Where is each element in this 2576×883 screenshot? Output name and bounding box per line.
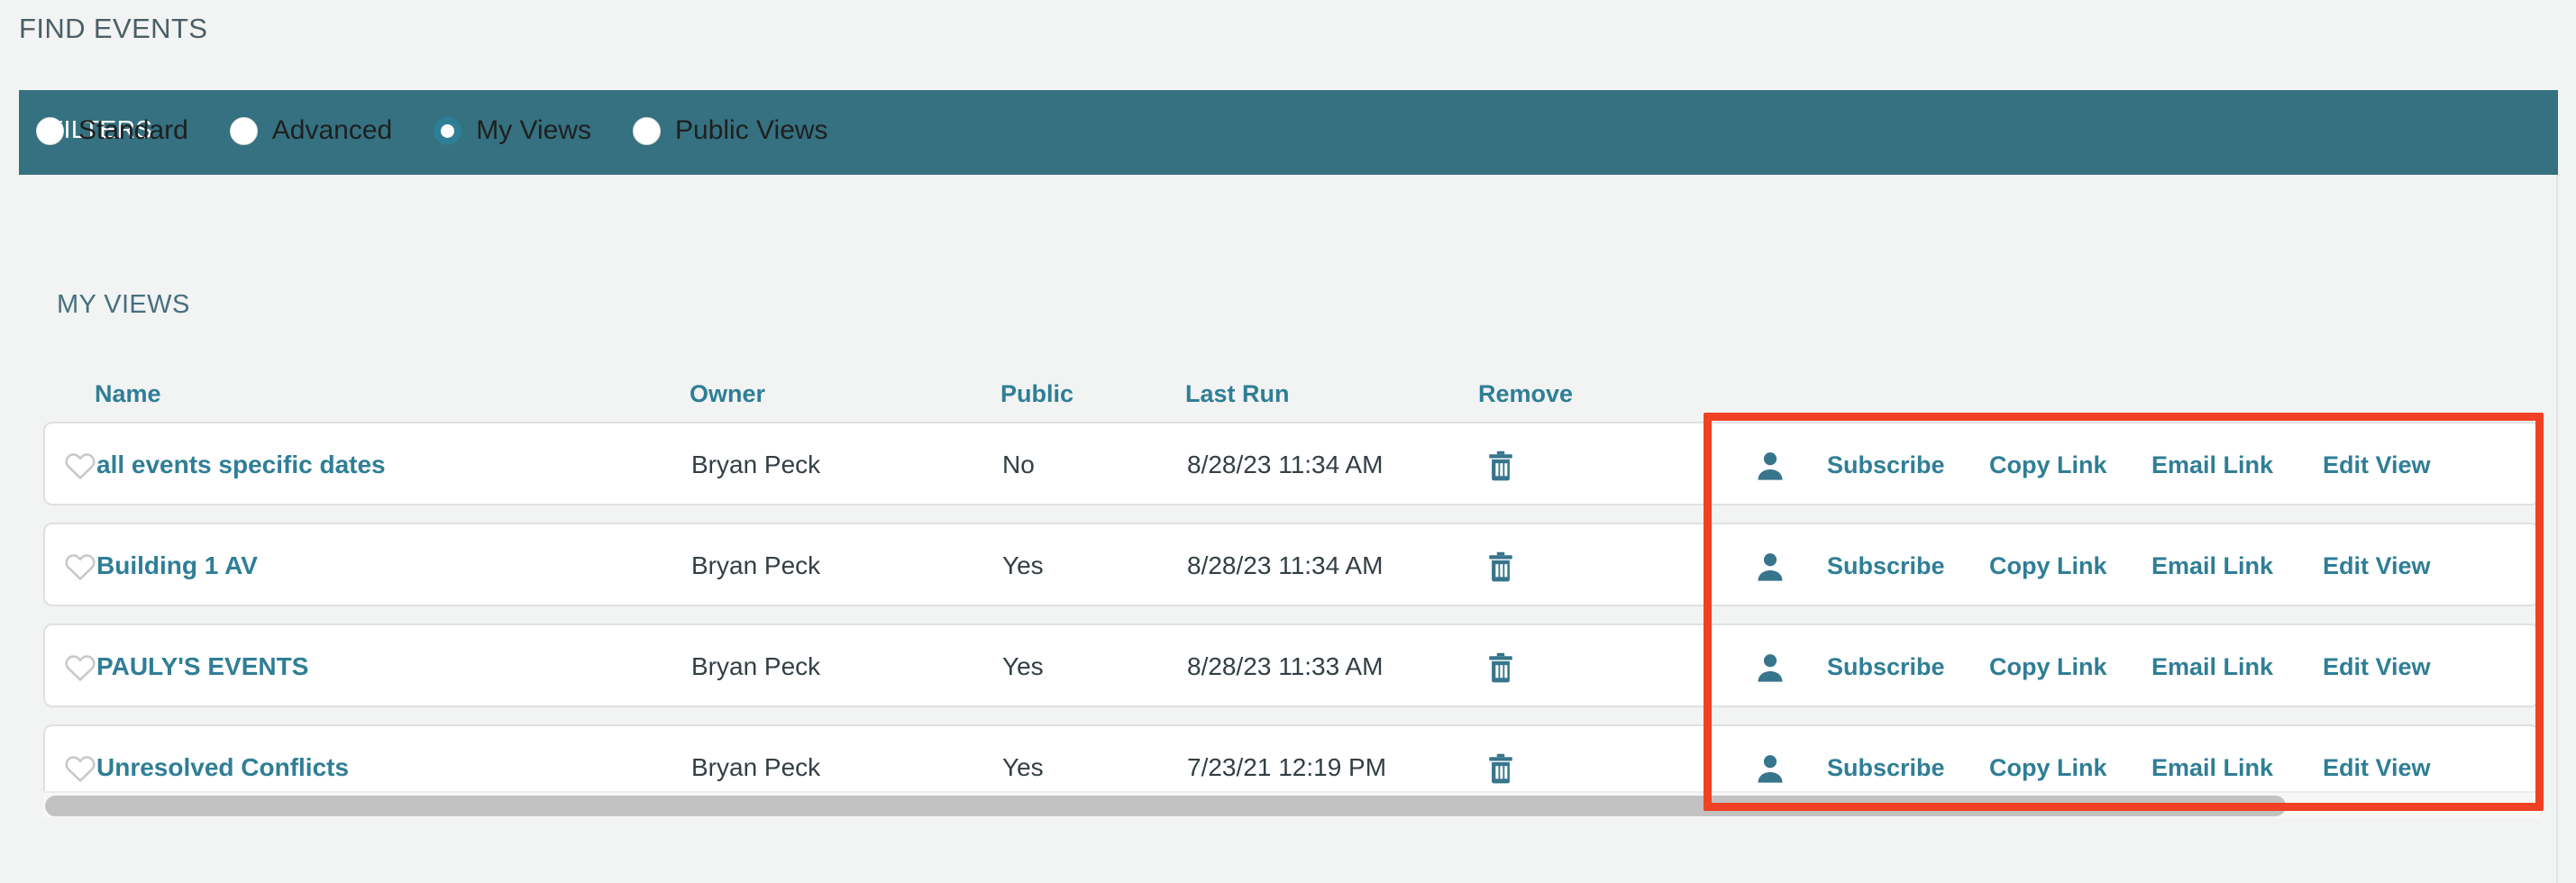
radio-standard[interactable]: Standard [36, 115, 188, 146]
radio-dot-icon[interactable] [229, 116, 258, 145]
table-row[interactable]: PAULY'S EVENTS Bryan Peck Yes 8/28/23 11:33… [43, 624, 2540, 707]
horizontal-scrollbar-thumb[interactable] [45, 796, 2286, 816]
action-edit-view[interactable]: Edit View [2323, 552, 2431, 580]
action-email-link[interactable]: Email Link [2151, 754, 2273, 782]
person-icon[interactable] [1755, 448, 1786, 484]
last-run-value: 7/23/21 12:19 PM [1187, 753, 1387, 781]
table-row[interactable]: Building 1 AV Bryan Peck Yes 8/28/23 11:34 … [43, 523, 2540, 606]
last-run-value: 8/28/23 11:34 AM [1187, 451, 1384, 478]
view-name-link[interactable]: all events specific dates [96, 451, 386, 479]
public-value: Yes [1002, 551, 1044, 579]
action-edit-view[interactable]: Edit View [2323, 451, 2431, 479]
page-title: FIND EVENTS [19, 13, 208, 44]
view-name-link[interactable]: Building 1 AV [96, 551, 258, 580]
action-subscribe[interactable]: Subscribe [1827, 451, 1945, 479]
my-views-table: Name Owner Public Last Run Remove all events … [0, 360, 2540, 811]
action-subscribe[interactable]: Subscribe [1827, 754, 1945, 782]
column-header-owner[interactable]: Owner [690, 380, 765, 408]
find-events-screen: FIND EVENTS FILTERS Standard Advanced My V… [0, 0, 2576, 883]
owner-value: Bryan Peck [691, 451, 821, 478]
public-value: Yes [1002, 753, 1044, 781]
column-header-remove[interactable]: Remove [1478, 380, 1573, 408]
horizontal-scrollbar-track[interactable] [43, 791, 2540, 818]
column-header-last-run[interactable]: Last Run [1185, 380, 1290, 408]
trash-icon[interactable] [1485, 650, 1516, 686]
owner-value: Bryan Peck [691, 652, 821, 680]
person-icon[interactable] [1755, 650, 1786, 686]
trash-icon[interactable] [1485, 549, 1516, 585]
column-header-name[interactable]: Name [95, 380, 161, 408]
public-value: No [1002, 451, 1035, 478]
trash-icon[interactable] [1485, 751, 1516, 787]
last-run-value: 8/28/23 11:34 AM [1187, 551, 1384, 579]
action-subscribe[interactable]: Subscribe [1827, 552, 1945, 580]
heart-outline-icon[interactable] [63, 651, 97, 685]
action-copy-link[interactable]: Copy Link [1989, 754, 2107, 782]
heart-outline-icon[interactable] [63, 449, 97, 483]
view-name-link[interactable]: Unresolved Conflicts [96, 753, 349, 782]
last-run-value: 8/28/23 11:33 AM [1187, 652, 1384, 680]
radio-public-views[interactable]: Public Views [633, 115, 828, 146]
heart-outline-icon[interactable] [63, 751, 97, 786]
radio-advanced[interactable]: Advanced [229, 115, 393, 146]
trash-icon[interactable] [1485, 448, 1516, 484]
radio-label: My Views [476, 115, 592, 145]
radio-dot-icon[interactable] [434, 116, 462, 145]
action-edit-view[interactable]: Edit View [2323, 754, 2431, 782]
person-icon[interactable] [1755, 751, 1786, 787]
action-copy-link[interactable]: Copy Link [1989, 653, 2107, 681]
radio-label: Public Views [675, 115, 828, 145]
column-header-public[interactable]: Public [1000, 380, 1073, 408]
action-copy-link[interactable]: Copy Link [1989, 552, 2107, 580]
action-edit-view[interactable]: Edit View [2323, 653, 2431, 681]
radio-dot-icon[interactable] [36, 116, 64, 145]
my-views-heading: MY VIEWS [57, 290, 190, 319]
radio-label: Advanced [271, 115, 393, 145]
public-value: Yes [1002, 652, 1044, 680]
action-email-link[interactable]: Email Link [2151, 653, 2273, 681]
action-subscribe[interactable]: Subscribe [1827, 653, 1945, 681]
heart-outline-icon[interactable] [63, 550, 97, 584]
person-icon[interactable] [1755, 549, 1786, 585]
table-row[interactable]: all events specific dates Bryan Peck No 8/2… [43, 422, 2540, 505]
view-name-link[interactable]: PAULY'S EVENTS [96, 652, 308, 681]
action-copy-link[interactable]: Copy Link [1989, 451, 2107, 479]
owner-value: Bryan Peck [691, 753, 821, 781]
action-email-link[interactable]: Email Link [2151, 451, 2273, 479]
radio-label: Standard [78, 115, 188, 145]
radio-dot-icon[interactable] [633, 116, 662, 145]
action-email-link[interactable]: Email Link [2151, 552, 2273, 580]
radio-my-views[interactable]: My Views [434, 115, 591, 146]
owner-value: Bryan Peck [691, 551, 821, 579]
filter-mode-radio-group[interactable]: Standard Advanced My Views Public Views [36, 115, 870, 146]
